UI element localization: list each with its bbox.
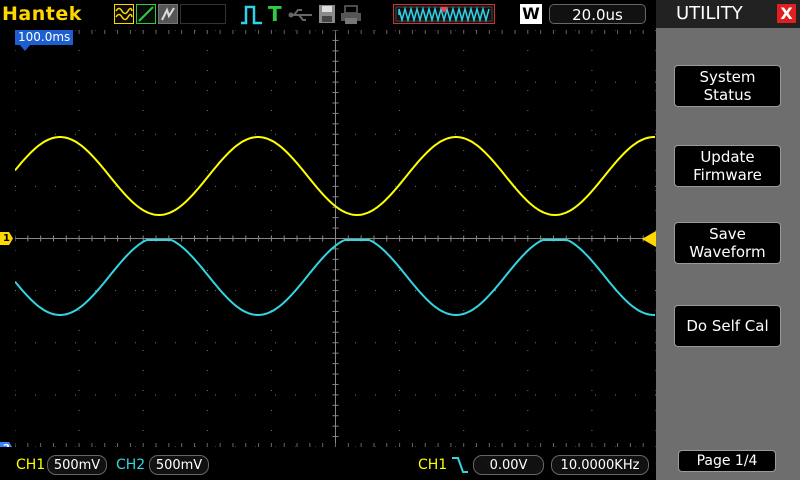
mode-slot-empty [180,4,226,24]
persistence-mode-icon[interactable] [158,4,178,24]
save-waveform-button[interactable]: Save Waveform [674,222,781,264]
waveform-display [15,30,656,447]
button-label-line1: Save [709,225,746,243]
waveform-label: W [520,4,542,24]
ch1-label[interactable]: CH1 [16,457,45,473]
button-label-line1: Update [700,148,755,166]
timebase-value[interactable]: 20.0us [549,4,646,24]
horizontal-position-marker[interactable] [19,44,31,51]
printer-icon[interactable] [340,5,362,25]
xy-mode-icon[interactable] [136,4,156,24]
menu-title: UTILITY [676,3,743,24]
trigger-level[interactable]: 0.00V [473,455,544,475]
waveform-mode-icon[interactable] [114,4,134,24]
button-label-line2: Waveform [689,243,766,261]
panel-header: UTILITY X [656,0,800,28]
falling-edge-icon [452,457,468,473]
display-mode-icons [114,4,226,24]
top-bar: Hantek T W 20.0us [0,0,656,30]
page-indicator-button[interactable]: Page 1/4 [678,450,776,472]
utility-menu-panel: UTILITY X System Status Update Firmware … [656,0,800,480]
bottom-status-bar: CH1 500mV CH2 500mV CH1 0.00V 10.0000KHz [0,447,656,480]
graticule [15,30,656,447]
brand-logo: Hantek [2,3,82,25]
trigger-status: T [268,2,282,26]
self-calibration-button[interactable]: Do Self Cal [674,305,781,347]
button-label-line1: Do Self Cal [686,317,769,335]
scope-grid [15,30,656,447]
button-label-line2: Status [703,86,752,104]
ch1-scale[interactable]: 500mV [47,455,107,475]
trigger-source[interactable]: CH1 [418,457,447,473]
ch2-scale[interactable]: 500mV [149,455,209,475]
ch2-label[interactable]: CH2 [116,457,145,473]
system-status-button[interactable]: System Status [674,65,781,107]
button-label-line1: System [699,68,756,86]
update-firmware-button[interactable]: Update Firmware [674,145,781,187]
frequency-readout: 10.0000KHz [551,455,649,475]
save-disk-icon[interactable] [318,4,336,24]
horizontal-position-readout: 100.0ms [15,30,74,45]
button-label-line2: Firmware [693,166,762,184]
memory-position-bar[interactable] [393,4,495,24]
trigger-level-marker[interactable] [642,231,656,247]
close-icon[interactable]: X [777,4,796,23]
usb-icon [288,9,312,21]
trigger-pulse-icon [241,5,262,25]
ch1-level-marker[interactable]: 1 [0,232,13,245]
